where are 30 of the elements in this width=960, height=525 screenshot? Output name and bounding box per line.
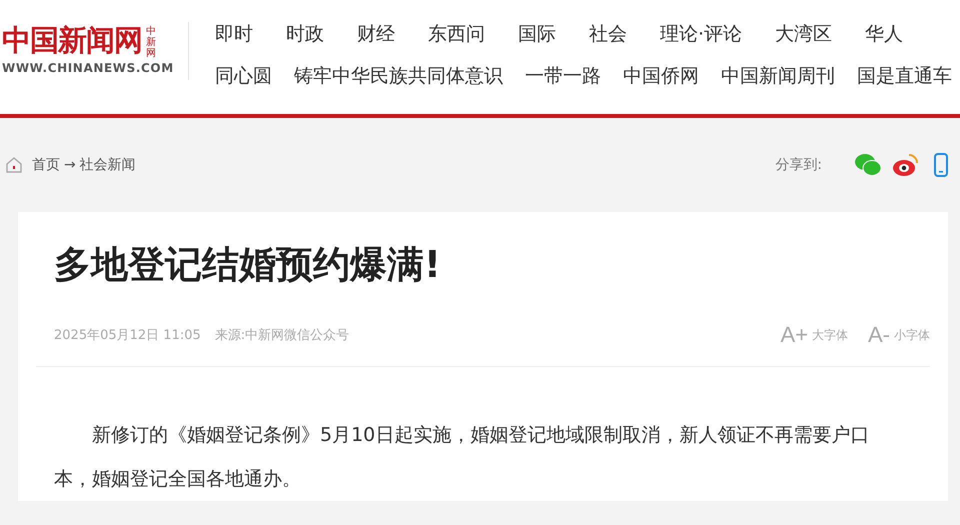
nav-link[interactable]: 理论·评论 <box>660 22 742 46</box>
nav-link[interactable]: 东西问 <box>428 22 485 46</box>
nav-link[interactable]: 同心圆 <box>215 64 272 88</box>
article-title: 多地登记结婚预约爆满! <box>53 242 442 288</box>
phone-icon[interactable] <box>934 153 948 177</box>
breadcrumb-separator: → <box>64 157 76 173</box>
nav-link[interactable]: 时政 <box>286 22 324 46</box>
nav-link[interactable]: 国是直通车 <box>857 64 952 88</box>
nav-link[interactable]: 中国新闻周刊 <box>721 64 835 88</box>
home-icon[interactable] <box>4 155 24 175</box>
site-url: WWW.CHINANEWS.COM <box>2 61 175 75</box>
nav-link[interactable]: 华人 <box>865 22 904 46</box>
breadcrumb-link[interactable]: 首页 <box>32 156 60 174</box>
nav-link[interactable]: 国际 <box>518 22 556 46</box>
nav-link[interactable]: 大湾区 <box>775 22 832 46</box>
nav-link[interactable]: 一带一路 <box>525 64 601 88</box>
nav-link[interactable]: 财经 <box>357 22 395 46</box>
logo-tagline: 中新网 <box>146 26 156 59</box>
article-paragraph: 新修订的《婚姻登记条例》5月10日起实施，婚姻登记地域限制取消，新人领证不再需要户口本，婚姻登记全国各地通办。 <box>53 423 870 492</box>
nav-link[interactable]: 即时 <box>215 22 253 46</box>
breadcrumb-link[interactable]: 社会新闻 <box>80 156 136 174</box>
nav-link[interactable]: 铸牢中华民族共同体意识 <box>294 64 503 88</box>
publish-date: 2025年05月12日 11:05 <box>54 327 201 344</box>
share-label: 分享到: <box>775 156 822 174</box>
chat-bubbles-icon[interactable] <box>854 152 882 178</box>
nav-link[interactable]: 社会 <box>589 22 627 46</box>
site-logo[interactable]: 中国新闻网 <box>2 22 142 58</box>
nav-link[interactable]: 中国侨网 <box>623 64 699 88</box>
article-source: 来源:中新网微信公众号 <box>214 327 350 344</box>
eye-logo-icon[interactable] <box>892 152 920 178</box>
